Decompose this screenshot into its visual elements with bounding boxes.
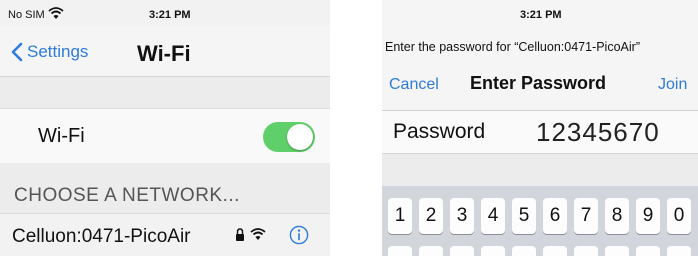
navigation-bar: Settings Wi-Fi xyxy=(0,26,330,77)
join-button[interactable]: Join xyxy=(658,76,687,94)
key-partial[interactable] xyxy=(543,246,567,256)
back-button[interactable]: Settings xyxy=(11,41,88,63)
page-title: Wi-Fi xyxy=(137,41,191,66)
network-list-item[interactable]: Celluon:0471-PicoAir xyxy=(0,213,330,256)
wifi-toggle-label: Wi-Fi xyxy=(38,125,85,147)
key-partial[interactable] xyxy=(388,246,412,256)
key-partial[interactable] xyxy=(450,246,474,256)
wifi-signal-icon xyxy=(250,228,266,240)
toggle-knob xyxy=(287,124,313,150)
enter-password-screen: 3:21 PM Enter the password for “Celluon:… xyxy=(382,0,698,256)
password-header: 3:21 PM Enter the password for “Celluon:… xyxy=(382,0,698,111)
screenshot-divider xyxy=(330,0,382,256)
lock-icon xyxy=(236,228,244,241)
keyboard: 1 2 3 4 5 6 7 8 9 0 xyxy=(382,186,698,256)
key-partial[interactable] xyxy=(667,246,691,256)
key-7[interactable]: 7 xyxy=(574,198,598,234)
keyboard-spacer xyxy=(382,154,698,186)
dialog-title: Enter Password xyxy=(470,73,607,93)
info-icon[interactable] xyxy=(289,225,309,245)
password-prompt: Enter the password for “Celluon:0471-Pic… xyxy=(385,40,640,54)
key-9[interactable]: 9 xyxy=(636,198,660,234)
key-5[interactable]: 5 xyxy=(512,198,536,234)
key-partial[interactable] xyxy=(512,246,536,256)
key-2[interactable]: 2 xyxy=(419,198,443,234)
group-spacer xyxy=(0,77,330,108)
password-row: Password xyxy=(382,111,698,154)
key-1[interactable]: 1 xyxy=(388,198,412,234)
key-partial[interactable] xyxy=(574,246,598,256)
wifi-toggle-switch[interactable] xyxy=(263,122,315,152)
cancel-button[interactable]: Cancel xyxy=(389,76,439,94)
section-header: CHOOSE A NETWORK... xyxy=(0,163,330,213)
key-3[interactable]: 3 xyxy=(450,198,474,234)
status-time: 3:21 PM xyxy=(520,9,562,21)
key-partial[interactable] xyxy=(636,246,660,256)
section-header-label: CHOOSE A NETWORK... xyxy=(14,185,240,206)
wifi-toggle-row: Wi-Fi xyxy=(0,108,330,164)
carrier-label: No SIM xyxy=(8,9,45,21)
wifi-signal-icon xyxy=(48,7,64,19)
key-partial[interactable] xyxy=(605,246,629,256)
key-6[interactable]: 6 xyxy=(543,198,567,234)
key-4[interactable]: 4 xyxy=(481,198,505,234)
key-partial[interactable] xyxy=(419,246,443,256)
back-button-label: Settings xyxy=(27,42,89,61)
status-bar: No SIM 3:21 PM xyxy=(0,0,330,26)
password-label: Password xyxy=(393,120,486,143)
key-partial[interactable] xyxy=(481,246,505,256)
status-time: 3:21 PM xyxy=(149,9,191,21)
key-8[interactable]: 8 xyxy=(605,198,629,234)
network-name: Celluon:0471-PicoAir xyxy=(12,226,191,247)
wifi-settings-screen: No SIM 3:21 PM Settings Wi-Fi Wi-Fi CHOO… xyxy=(0,0,330,256)
key-0[interactable]: 0 xyxy=(667,198,691,234)
chevron-left-icon xyxy=(11,42,23,62)
password-field[interactable] xyxy=(536,115,696,149)
